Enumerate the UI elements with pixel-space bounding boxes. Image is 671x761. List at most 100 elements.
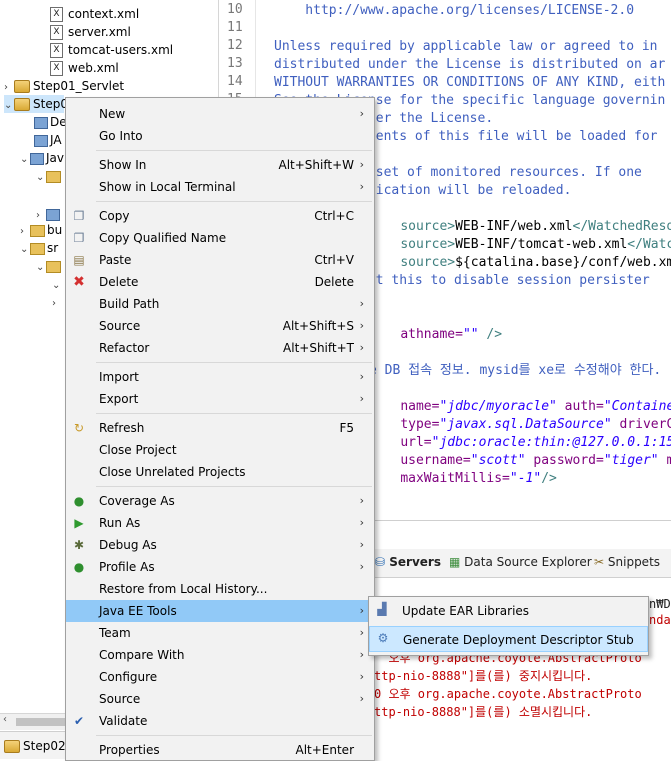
menu-item-configure[interactable]: Configure › <box>66 666 374 688</box>
chevron-down-icon[interactable]: ⌄ <box>20 151 30 169</box>
menu-item-go-into[interactable]: Go Into <box>66 125 374 147</box>
chevron-down-icon[interactable]: ⌄ <box>36 259 46 277</box>
menu-item-compare-with[interactable]: Compare With › <box>66 644 374 666</box>
tab-data-source-explorer[interactable]: ▦ Data Source Explorer <box>449 555 592 569</box>
xml-attribute: maxWaitMillis= <box>400 471 510 486</box>
menu-item-label: Import <box>99 370 139 384</box>
snippets-icon: ✂ <box>594 555 605 569</box>
menu-item-shortcut: Alt+Shift+S <box>282 319 354 333</box>
menu-item-show-in[interactable]: Show In Alt+Shift+W › <box>66 154 374 176</box>
menu-separator <box>96 150 372 151</box>
chevron-right-icon: › <box>359 494 364 507</box>
tree-item-main[interactable]: ⌄ <box>36 257 63 275</box>
menu-item-show-in-local-terminal[interactable]: Show in Local Terminal › <box>66 176 374 198</box>
menu-item-paste[interactable]: ▤ Paste Ctrl+V <box>66 249 374 271</box>
menu-item-java-ee-tools[interactable]: Java EE Tools › <box>66 600 374 622</box>
chevron-right-icon: › <box>359 648 364 661</box>
menu-item-close-project[interactable]: Close Project <box>66 439 374 461</box>
tree-item-src[interactable]: ⌄ <box>36 167 63 185</box>
code-line: distributed under the License is distrib… <box>274 57 666 72</box>
menu-item-coverage-as[interactable]: ● Coverage As › <box>66 490 374 512</box>
tree-item-server-xml[interactable]: Xserver.xml <box>50 23 131 41</box>
tree-item-java-resources[interactable]: ⌄ Jav <box>20 149 64 167</box>
menu-item-profile-as[interactable]: ● Profile As › <box>66 556 374 578</box>
menu-item-source-2[interactable]: Source › <box>66 688 374 710</box>
tree-item-build[interactable]: › bu <box>20 221 62 239</box>
xml-file-icon: X <box>50 43 63 58</box>
menu-item-label: Source <box>99 319 141 333</box>
line-number: 10 <box>227 2 243 17</box>
tree-item-project-step02[interactable]: ⌄ Step0 <box>4 95 68 115</box>
menu-item-generate-deployment-descriptor-stub[interactable]: ⚙ Generate Deployment Descriptor Stub <box>369 626 648 652</box>
chevron-down-icon[interactable]: ⌄ <box>36 169 46 187</box>
menu-item-team[interactable]: Team › <box>66 622 374 644</box>
menu-item-label: Run As <box>99 516 141 530</box>
tree-item-sub1[interactable]: ⌄ <box>52 275 62 293</box>
menu-item-label: Java EE Tools <box>99 604 177 618</box>
chevron-right-icon: › <box>359 538 364 551</box>
menu-item-label: Delete <box>99 275 139 289</box>
menu-item-run-as[interactable]: ▶ Run As › <box>66 512 374 534</box>
chevron-right-icon: › <box>359 319 364 332</box>
menu-item-source[interactable]: Source Alt+Shift+S › <box>66 315 374 337</box>
menu-item-label: Copy Qualified Name <box>99 231 227 245</box>
line-number: 11 <box>227 20 243 35</box>
tree-item-jax[interactable]: JA <box>34 131 62 149</box>
menu-item-validate[interactable]: ✔ Validate <box>66 710 374 732</box>
coverage-icon: ● <box>73 494 85 508</box>
console-line: ttp-nio-8888"]를(를) 중지시킵니다. <box>374 669 593 683</box>
menu-item-delete[interactable]: ✖ Delete Delete <box>66 271 374 293</box>
menu-item-label: Paste <box>99 253 132 267</box>
menu-item-import[interactable]: Import › <box>66 366 374 388</box>
tree-item-project-step01[interactable]: › Step01_Servlet <box>4 77 124 95</box>
menu-item-label: Close Unrelated Projects <box>99 465 246 479</box>
console-line: ttp-nio-8888"]를(를) 소멸시킵니다. <box>374 705 593 719</box>
chevron-right-icon[interactable]: › <box>52 295 62 313</box>
menu-item-label: Team <box>99 626 131 640</box>
tree-item-label: bu <box>47 223 63 237</box>
code-line: http://www.apache.org/licenses/LICENSE-2… <box>274 3 635 18</box>
console-line: 0 오후 org.apache.coyote.AbstractProto <box>374 687 642 701</box>
chevron-right-icon: › <box>359 107 364 120</box>
data-source-icon: ▦ <box>449 555 461 569</box>
xml-file-icon: X <box>50 7 63 22</box>
chevron-right-icon: › <box>359 670 364 683</box>
tree-item-src-folder[interactable]: ⌄ sr <box>20 239 58 257</box>
chevron-right-icon: › <box>359 158 364 171</box>
chevron-down-icon[interactable]: ⌄ <box>4 97 14 115</box>
menu-item-properties[interactable]: Properties Alt+Enter <box>66 739 374 761</box>
scroll-left-icon[interactable]: ‹ <box>3 714 7 725</box>
menu-item-copy[interactable]: ❐ Copy Ctrl+C <box>66 205 374 227</box>
chevron-right-icon: › <box>359 370 364 383</box>
menu-item-label: Configure <box>99 670 158 684</box>
menu-item-copy-qualified-name[interactable]: ❐ Copy Qualified Name <box>66 227 374 249</box>
menu-item-close-unrelated-projects[interactable]: Close Unrelated Projects <box>66 461 374 483</box>
tree-item-tomcat-users-xml[interactable]: Xtomcat-users.xml <box>50 41 173 59</box>
menu-item-new[interactable]: New › <box>66 103 374 125</box>
xml-file-icon: X <box>50 61 63 76</box>
menu-item-update-ear-libraries[interactable]: ▟ Update EAR Libraries <box>369 598 648 624</box>
copy-qualified-icon: ❐ <box>73 231 85 245</box>
menu-item-refresh[interactable]: ↻ Refresh F5 <box>66 417 374 439</box>
project-folder-icon <box>4 740 20 753</box>
menu-item-label: Profile As <box>99 560 155 574</box>
tree-item-context-xml[interactable]: Xcontext.xml <box>50 5 139 23</box>
menu-item-debug-as[interactable]: ✱ Debug As › <box>66 534 374 556</box>
tree-item-web-xml[interactable]: Xweb.xml <box>50 59 119 77</box>
menu-item-restore-from-local-history[interactable]: Restore from Local History... <box>66 578 374 600</box>
tree-item-deployment[interactable]: De <box>34 113 67 131</box>
tree-item-sub2[interactable]: › <box>52 293 62 311</box>
tree-item-label: sr <box>47 241 59 255</box>
tab-snippets[interactable]: ✂ Snippets <box>594 555 660 569</box>
chevron-down-icon[interactable]: ⌄ <box>20 241 30 259</box>
tab-step02[interactable]: Step02 <box>4 739 66 753</box>
debug-icon: ✱ <box>73 538 85 552</box>
chevron-right-icon: › <box>359 341 364 354</box>
menu-item-build-path[interactable]: Build Path › <box>66 293 374 315</box>
tab-servers[interactable]: ⛁ Servers <box>375 555 441 569</box>
menu-item-refactor[interactable]: Refactor Alt+Shift+T › <box>66 337 374 359</box>
package-icon <box>46 170 61 183</box>
menu-item-export[interactable]: Export › <box>66 388 374 410</box>
chevron-right-icon: › <box>359 604 364 617</box>
menu-item-label: Go Into <box>99 129 143 143</box>
